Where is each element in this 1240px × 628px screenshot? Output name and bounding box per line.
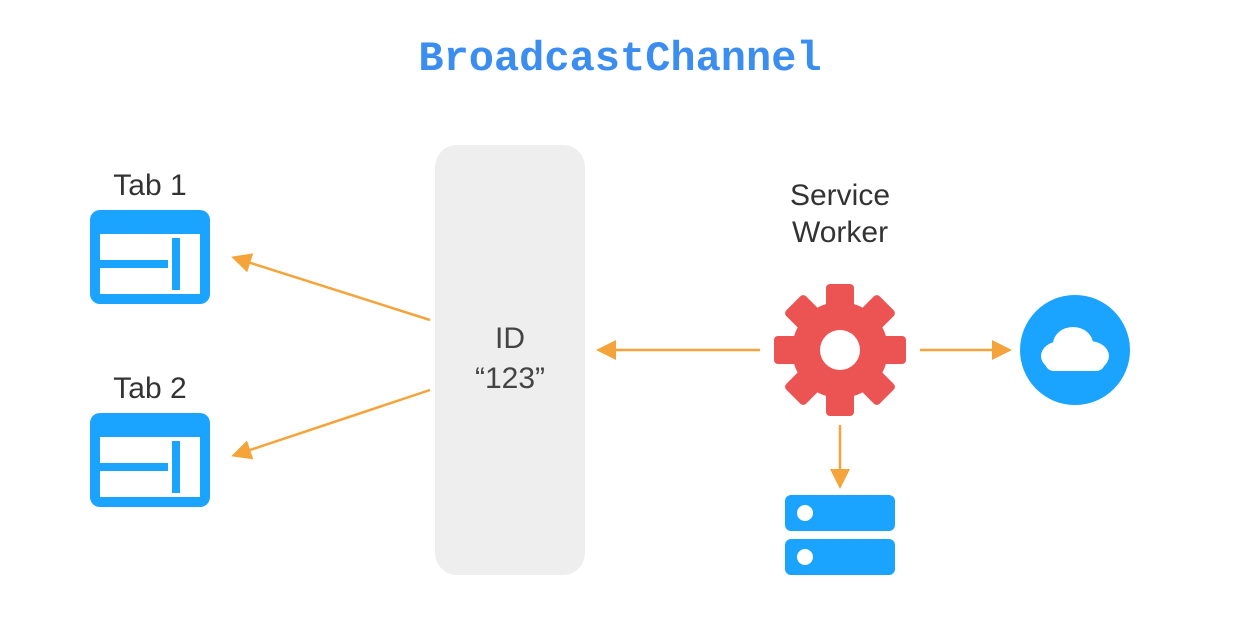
gear-icon xyxy=(774,284,906,416)
tab-1: Tab 1 xyxy=(90,169,210,304)
tab-2: Tab 2 xyxy=(90,372,210,507)
service-worker-label-2: Worker xyxy=(792,216,888,249)
channel-id-value: “123” xyxy=(475,362,545,395)
arrows xyxy=(235,258,1008,485)
broadcast-channel: ID “123” xyxy=(435,145,585,575)
window-icon xyxy=(90,210,210,304)
service-worker-label-1: Service xyxy=(790,179,890,212)
service-worker: Service Worker xyxy=(774,179,906,416)
tab-2-label: Tab 2 xyxy=(113,372,186,405)
arrow-channel-to-tab2 xyxy=(235,390,430,455)
storage-icon xyxy=(785,495,895,575)
window-icon xyxy=(90,413,210,507)
broadcastchannel-diagram: BroadcastChannel ID “123” Tab 1 Tab 2 Se… xyxy=(0,0,1240,628)
cloud-icon xyxy=(1020,295,1130,405)
channel-id-label: ID xyxy=(495,322,525,355)
diagram-title: BroadcastChannel xyxy=(418,35,821,83)
arrow-channel-to-tab1 xyxy=(235,258,430,320)
tab-1-label: Tab 1 xyxy=(113,169,186,202)
